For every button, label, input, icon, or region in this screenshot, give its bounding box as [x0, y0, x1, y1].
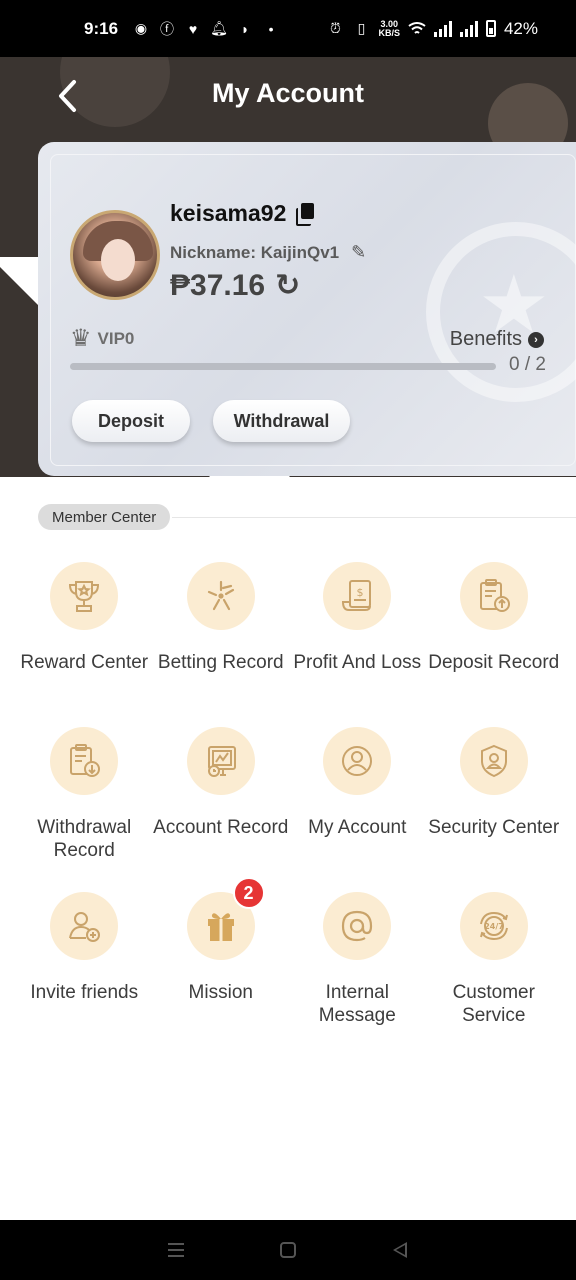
clipboard-upload-icon	[459, 562, 528, 630]
dot-icon: •	[268, 20, 274, 37]
vibrate-icon: ▯	[357, 20, 366, 36]
battery-icon	[485, 20, 496, 37]
vip-badge: ♛ VIP0	[70, 324, 134, 353]
vip-level: VIP0	[97, 328, 135, 348]
trophy-icon	[50, 562, 119, 630]
wifi-icon	[408, 20, 426, 38]
status-time: 9:16	[84, 18, 119, 38]
internal-message-item[interactable]: Internal Message	[289, 892, 426, 1057]
support-24-7-icon: 24/7	[459, 892, 528, 960]
item-label: Internal Message	[318, 982, 396, 1026]
divider	[172, 517, 576, 518]
invite-friends-item[interactable]: Invite friends	[16, 892, 153, 1057]
item-label: Invite friends	[30, 982, 139, 1003]
battery-percent: 42%	[503, 18, 538, 38]
withdrawal-record-item[interactable]: Withdrawal Record	[16, 727, 153, 892]
account-record-item[interactable]: Account Record	[153, 727, 290, 892]
vip-progress-count: 0 / 2	[509, 354, 546, 375]
dollar-document-icon: $	[323, 562, 392, 630]
profit-and-loss-item[interactable]: $ Profit And Loss	[289, 562, 426, 727]
net-speed-unit: KB/S	[378, 27, 400, 38]
item-label: Withdrawal Record	[37, 817, 132, 861]
deposit-record-item[interactable]: Deposit Record	[426, 562, 563, 727]
refresh-icon[interactable]: ↻	[275, 268, 300, 303]
pencil-icon[interactable]: ✎	[351, 242, 366, 263]
balance-row: ₱37.16 ↻	[170, 268, 300, 303]
svg-text:24/7: 24/7	[484, 922, 504, 931]
item-label: Profit And Loss	[293, 652, 422, 673]
mission-item[interactable]: 2 Mission	[153, 877, 290, 1057]
crown-icon: ♛	[70, 325, 92, 352]
page-title: My Account	[211, 78, 364, 108]
item-label: Reward Center	[20, 652, 149, 673]
discord-icon: ◉	[134, 20, 148, 36]
copy-icon[interactable]	[296, 202, 316, 226]
heart-app-icon: ♥	[188, 20, 198, 37]
customer-service-item[interactable]: 24/7 Customer Service	[426, 892, 563, 1057]
system-nav-bar	[0, 1220, 576, 1280]
item-label: Betting Record	[157, 652, 284, 673]
reward-center-item[interactable]: Reward Center	[16, 562, 153, 727]
item-label: Security Center	[428, 817, 560, 838]
signal-icon	[433, 20, 452, 37]
my-account-item[interactable]: My Account	[289, 727, 426, 892]
vip-progress-bar	[70, 363, 496, 370]
benefits-link[interactable]: Benefits ›	[450, 328, 544, 351]
bell-icon: 🔔︎	[210, 20, 228, 36]
item-label: Account Record	[153, 817, 289, 838]
user-circle-icon	[323, 727, 392, 795]
at-sign-icon	[323, 892, 392, 960]
notification-badge: 2	[232, 877, 265, 909]
account-record-icon	[186, 727, 255, 795]
avatar[interactable]	[70, 210, 160, 300]
home-icon	[280, 1242, 296, 1258]
profile-card: keisama92 Nickname: KaijinQv1 ✎ ₱37.16 ↻…	[38, 142, 576, 476]
shield-user-icon	[459, 727, 528, 795]
svg-text:$: $	[357, 586, 364, 599]
member-center-grid: Reward Center Betting Record $ Profit An…	[16, 562, 562, 1057]
nickname: Nickname: KaijinQv1	[170, 242, 340, 262]
back-nav-button[interactable]	[380, 1230, 420, 1270]
nickname-row: Nickname: KaijinQv1 ✎	[170, 242, 366, 263]
clipboard-download-icon	[50, 727, 119, 795]
back-triangle-icon	[393, 1242, 407, 1258]
chevron-right-icon: ›	[528, 331, 544, 348]
benefits-label: Benefits	[449, 328, 522, 350]
recent-apps-button[interactable]	[156, 1230, 196, 1270]
home-button[interactable]	[268, 1230, 308, 1270]
net-speed: 3.00 KB/S	[378, 19, 400, 38]
status-left: 9:16 ◉ ⓕ ♥ 🔔︎ ◗ •	[84, 19, 280, 39]
item-label: Customer Service	[452, 982, 535, 1026]
item-label: Deposit Record	[428, 652, 560, 673]
item-label: Mission	[188, 982, 253, 1003]
username: keisama92	[170, 200, 287, 226]
item-label: My Account	[308, 817, 407, 838]
facebook-icon: ⓕ	[160, 20, 175, 37]
section-label: Member Center	[38, 504, 171, 530]
username-row: keisama92	[170, 200, 316, 227]
balance: ₱37.16	[170, 268, 266, 302]
deposit-button[interactable]: Deposit	[72, 400, 190, 442]
sparkle-icon	[186, 562, 255, 630]
menu-icon	[168, 1243, 184, 1257]
security-center-item[interactable]: Security Center	[426, 727, 563, 892]
withdrawal-button[interactable]: Withdrawal	[213, 400, 350, 442]
betting-record-item[interactable]: Betting Record	[153, 562, 290, 727]
status-bar: 9:16 ◉ ⓕ ♥ 🔔︎ ◗ • ⏰︎ ▯ 3.00 KB/S 42%	[0, 0, 576, 57]
alarm-icon: ⏰︎	[329, 20, 341, 36]
status-right: ⏰︎ ▯ 3.00 KB/S 42%	[326, 19, 538, 39]
signal-icon	[459, 20, 478, 37]
add-user-icon	[50, 892, 119, 960]
shield-icon: ◗	[240, 20, 250, 37]
